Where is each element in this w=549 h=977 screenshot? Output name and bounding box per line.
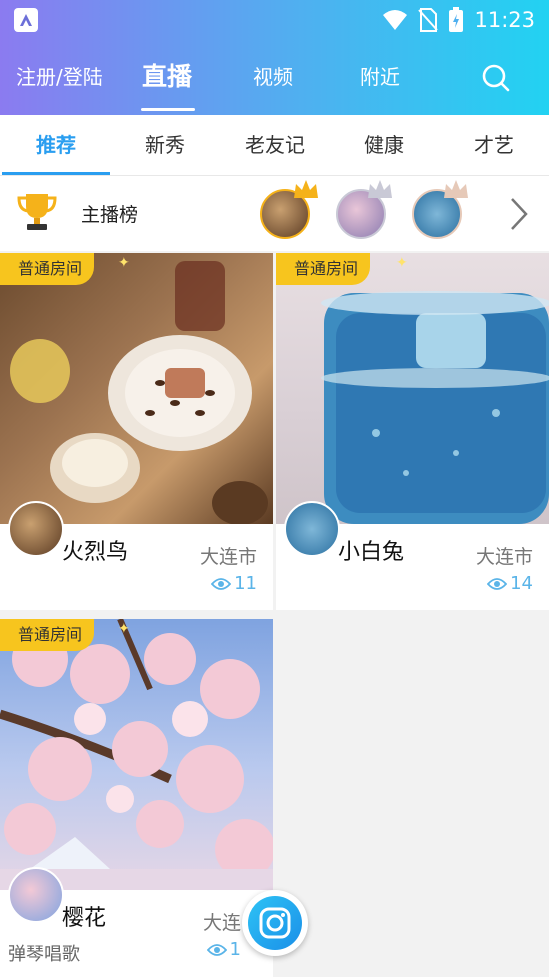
search-icon[interactable] bbox=[481, 63, 511, 93]
app-header: 11:23 注册/登陆 直播 视频 附近 bbox=[0, 0, 549, 115]
active-tab-indicator bbox=[141, 108, 195, 111]
host-avatar[interactable] bbox=[8, 867, 64, 923]
tab-nearby[interactable]: 附近 bbox=[360, 55, 400, 101]
wifi-icon bbox=[383, 10, 408, 30]
room-cover-image bbox=[276, 253, 549, 524]
login-register-link[interactable]: 注册/登陆 bbox=[16, 55, 103, 101]
view-count-value: 1 bbox=[229, 939, 241, 960]
room-city: 大连市 bbox=[199, 546, 257, 568]
bronze-crown-icon bbox=[444, 180, 468, 198]
room-city: 大连市 bbox=[475, 546, 533, 568]
room-card[interactable]: 普通房间 ✦ 小白兔 大连市 14 bbox=[276, 253, 549, 610]
view-count: 14 bbox=[487, 573, 533, 594]
eye-icon bbox=[487, 577, 508, 590]
view-count-value: 11 bbox=[234, 573, 257, 594]
room-cover-image bbox=[0, 619, 273, 890]
chevron-right-icon[interactable] bbox=[508, 196, 530, 232]
category-tab-newcomer[interactable]: 新秀 bbox=[120, 115, 210, 175]
host-name: 火烈鸟 bbox=[62, 540, 129, 565]
sparkle-icon: ✦ bbox=[118, 621, 130, 637]
room-city: 大连 bbox=[202, 912, 241, 934]
silver-crown-icon bbox=[368, 180, 392, 198]
no-sim-icon bbox=[418, 8, 439, 32]
category-tab-old-friends[interactable]: 老友记 bbox=[230, 115, 320, 175]
room-card[interactable]: 普通房间 ✦ 樱花 大连 弹琴唱歌 1 bbox=[0, 619, 273, 977]
gold-crown-icon bbox=[294, 180, 318, 198]
trophy-icon bbox=[17, 194, 57, 230]
host-name: 樱花 bbox=[62, 906, 107, 931]
ranking-label: 主播榜 bbox=[81, 204, 139, 226]
view-count: 1 bbox=[206, 939, 241, 960]
category-tabs: 推荐 新秀 老友记 健康 才艺 bbox=[0, 115, 549, 176]
category-tab-talent[interactable]: 才艺 bbox=[449, 115, 539, 175]
eye-icon bbox=[206, 943, 227, 956]
battery-icon bbox=[449, 7, 464, 32]
room-subtitle: 弹琴唱歌 bbox=[8, 944, 80, 965]
anchor-ranking-row[interactable]: 主播榜 bbox=[0, 176, 549, 251]
sparkle-icon: ✦ bbox=[118, 255, 130, 271]
category-tab-health[interactable]: 健康 bbox=[339, 115, 429, 175]
room-type-badge: 普通房间 bbox=[0, 619, 95, 651]
app-notification-icon bbox=[14, 8, 38, 32]
top-nav: 注册/登陆 直播 视频 附近 bbox=[0, 55, 549, 111]
status-time: 11:23 bbox=[474, 8, 535, 32]
status-bar: 11:23 bbox=[0, 0, 549, 40]
host-avatar[interactable] bbox=[284, 501, 340, 557]
room-cover-image bbox=[0, 253, 273, 524]
tab-video[interactable]: 视频 bbox=[253, 55, 293, 101]
host-name: 小白兔 bbox=[338, 540, 405, 565]
room-type-badge: 普通房间 bbox=[276, 253, 371, 285]
room-type-badge: 普通房间 bbox=[0, 253, 95, 285]
eye-icon bbox=[211, 577, 232, 590]
room-card[interactable]: 普通房间 ✦ 火烈鸟 大连市 11 bbox=[0, 253, 273, 610]
host-avatar[interactable] bbox=[8, 501, 64, 557]
tab-live[interactable]: 直播 bbox=[142, 55, 192, 101]
sparkle-icon: ✦ bbox=[396, 255, 408, 271]
category-active-indicator bbox=[2, 172, 110, 175]
view-count-value: 14 bbox=[510, 573, 533, 594]
category-tab-recommend[interactable]: 推荐 bbox=[11, 115, 101, 175]
view-count: 11 bbox=[211, 573, 257, 594]
start-live-button[interactable] bbox=[242, 890, 308, 956]
camera-icon bbox=[259, 907, 291, 939]
